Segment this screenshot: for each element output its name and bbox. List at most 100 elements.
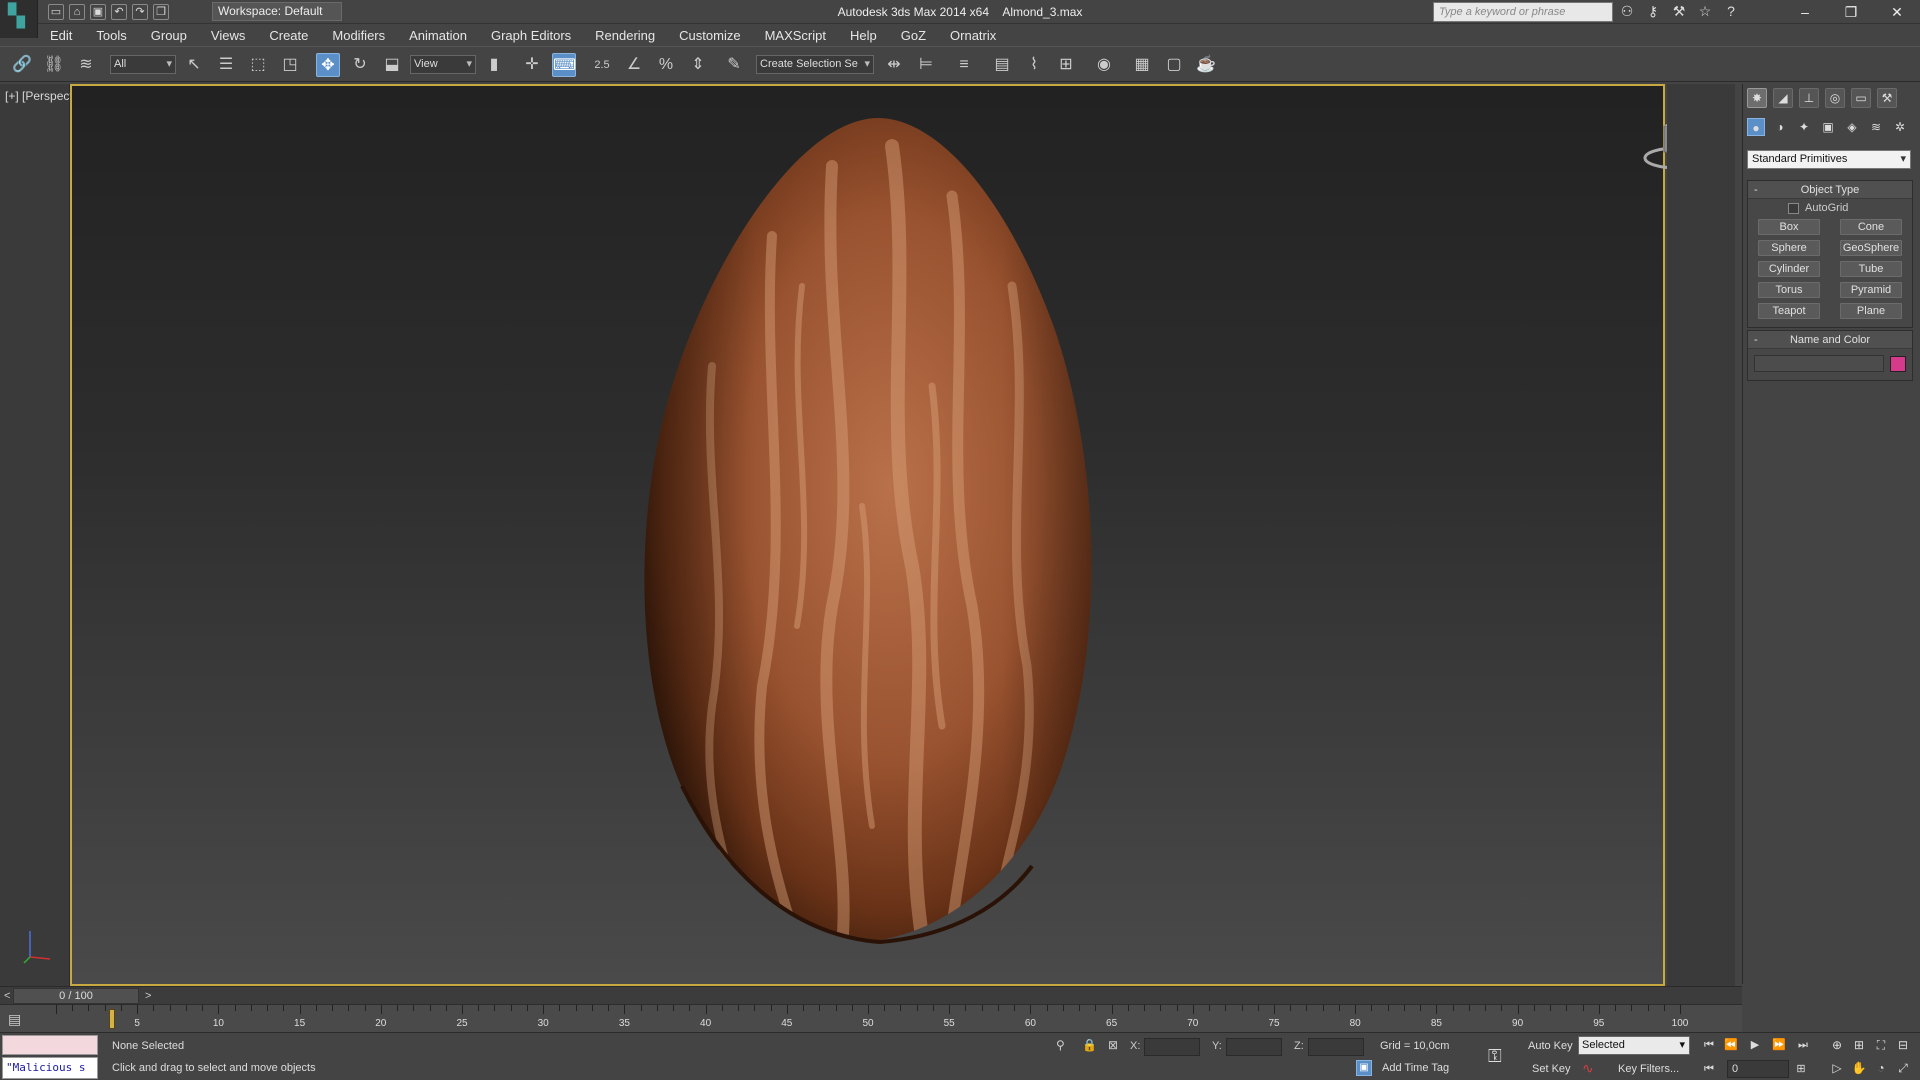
- geosphere-button[interactable]: GeoSphere: [1840, 240, 1902, 256]
- menu-customize[interactable]: Customize: [667, 28, 752, 43]
- motion-tab-icon[interactable]: ◎: [1825, 88, 1845, 108]
- time-configuration-icon[interactable]: ⊞: [1792, 1060, 1810, 1078]
- time-next-button[interactable]: >: [145, 987, 151, 1005]
- binoculars-icon[interactable]: ⚇: [1618, 2, 1636, 20]
- maxscript-output[interactable]: "Malicious s: [2, 1057, 98, 1079]
- cameras-icon[interactable]: ▣: [1819, 118, 1837, 136]
- key-mode-dropdown[interactable]: Selected: [1578, 1036, 1690, 1055]
- schematic-view-icon[interactable]: ⊞: [1054, 53, 1078, 77]
- menu-edit[interactable]: Edit: [38, 28, 84, 43]
- lock-selection-icon[interactable]: 🔒: [1082, 1038, 1097, 1052]
- select-and-manipulate-icon[interactable]: ✛: [520, 53, 544, 77]
- menu-help[interactable]: Help: [838, 28, 889, 43]
- render-production-icon[interactable]: ☕: [1194, 53, 1218, 77]
- zoom-extents-all-icon[interactable]: ⊟: [1894, 1036, 1912, 1054]
- minimize-button[interactable]: –: [1782, 0, 1828, 24]
- lights-icon[interactable]: ✦: [1795, 118, 1813, 136]
- select-object-icon[interactable]: ↖: [182, 53, 206, 77]
- exchange-icon[interactable]: ⚒: [1670, 2, 1688, 20]
- reference-coordinate-dropdown[interactable]: View: [410, 55, 476, 74]
- menu-rendering[interactable]: Rendering: [583, 28, 667, 43]
- material-editor-icon[interactable]: ◉: [1092, 53, 1116, 77]
- spinner-snap-icon[interactable]: ⇕: [686, 53, 710, 77]
- select-by-name-icon[interactable]: ☰: [214, 53, 238, 77]
- select-and-move-icon[interactable]: ✥: [316, 53, 340, 77]
- timeline-ruler[interactable]: 5 10 15 20 25 30 35 40 45 50 55 60 65 70 75 80 85 90 95 100: [56, 1005, 1688, 1033]
- window-crossing-icon[interactable]: ◳: [278, 53, 302, 77]
- space-warps-icon[interactable]: ≋: [1867, 118, 1885, 136]
- absolute-mode-icon[interactable]: ⊠: [1108, 1038, 1118, 1052]
- previous-frame-icon[interactable]: ⏪: [1722, 1036, 1740, 1054]
- box-button[interactable]: Box: [1758, 219, 1820, 235]
- utilities-tab-icon[interactable]: ⚒: [1877, 88, 1897, 108]
- selection-filter-dropdown[interactable]: All: [110, 55, 176, 74]
- zoom-icon[interactable]: ⊕: [1828, 1036, 1846, 1054]
- autogrid-checkbox[interactable]: [1788, 202, 1799, 214]
- isolate-icon[interactable]: ⚲: [1056, 1038, 1065, 1052]
- x-coordinate-field[interactable]: [1144, 1038, 1200, 1056]
- mini-curve-editor-icon[interactable]: ▤: [8, 1011, 34, 1027]
- key-curve-icon[interactable]: ∿: [1582, 1060, 1594, 1077]
- go-to-end-icon[interactable]: ⏭: [1794, 1036, 1812, 1054]
- torus-button[interactable]: Torus: [1758, 282, 1820, 298]
- cone-button[interactable]: Cone: [1840, 219, 1902, 235]
- menu-animation[interactable]: Animation: [397, 28, 479, 43]
- time-tag-icon[interactable]: ▣: [1356, 1060, 1372, 1076]
- select-and-scale-icon[interactable]: ⬓: [380, 53, 404, 77]
- set-keys-key-icon[interactable]: ⚿: [1488, 1046, 1502, 1067]
- object-type-header[interactable]: - Object Type: [1748, 181, 1912, 199]
- rectangular-region-icon[interactable]: ⬚: [246, 53, 270, 77]
- rendered-frame-window-icon[interactable]: ▢: [1162, 53, 1186, 77]
- keyboard-shortcut-override-icon[interactable]: ⌨: [552, 53, 576, 77]
- named-selection-dropdown[interactable]: Create Selection Se: [756, 55, 874, 74]
- pyramid-button[interactable]: Pyramid: [1840, 282, 1902, 298]
- key-icon[interactable]: ⚷: [1644, 2, 1662, 20]
- object-color-swatch[interactable]: [1890, 355, 1906, 372]
- search-input[interactable]: Type a keyword or phrase: [1433, 2, 1613, 22]
- time-prev-button[interactable]: <: [4, 987, 10, 1005]
- perspective-viewport[interactable]: [70, 84, 1665, 986]
- track-bar[interactable]: ▤ 5 10 15 20 25 30 35 40 45 50 55 60 65 70 75 80 85 90 95 1…: [0, 1004, 1742, 1032]
- star-icon[interactable]: ☆: [1696, 2, 1714, 20]
- menu-modifiers[interactable]: Modifiers: [320, 28, 397, 43]
- select-and-rotate-icon[interactable]: ↻: [348, 53, 372, 77]
- percent-snap-icon[interactable]: %: [654, 53, 678, 77]
- mirror-icon[interactable]: ⇹: [882, 53, 906, 77]
- menu-create[interactable]: Create: [257, 28, 320, 43]
- pan-view-icon[interactable]: ✋: [1850, 1059, 1868, 1077]
- graphite-ribbon-icon[interactable]: ▤: [990, 53, 1014, 77]
- plane-button[interactable]: Plane: [1840, 303, 1902, 319]
- layer-manager-icon[interactable]: ≡: [952, 53, 976, 77]
- cylinder-button[interactable]: Cylinder: [1758, 261, 1820, 277]
- menu-ornatrix[interactable]: Ornatrix: [938, 28, 1008, 43]
- align-icon[interactable]: ⊨: [914, 53, 938, 77]
- tube-button[interactable]: Tube: [1840, 261, 1902, 277]
- create-tab-icon[interactable]: ✸: [1747, 88, 1767, 108]
- maxscript-listener-input[interactable]: [2, 1035, 98, 1055]
- zoom-all-icon[interactable]: ⊞: [1850, 1036, 1868, 1054]
- geometry-icon[interactable]: ●: [1747, 118, 1765, 136]
- y-coordinate-field[interactable]: [1226, 1038, 1282, 1056]
- play-icon[interactable]: ▶: [1746, 1036, 1764, 1054]
- snaps-toggle-icon[interactable]: 2.5: [590, 53, 614, 77]
- help-icon[interactable]: ?: [1722, 2, 1740, 20]
- curve-editor-icon[interactable]: ⌇: [1022, 53, 1046, 77]
- field-of-view-icon[interactable]: ▷: [1828, 1059, 1846, 1077]
- key-mode-toggle-icon[interactable]: ⏮: [1700, 1060, 1718, 1078]
- helpers-icon[interactable]: ◈: [1843, 118, 1861, 136]
- object-name-field[interactable]: [1754, 355, 1884, 372]
- close-button[interactable]: ✕: [1874, 0, 1920, 24]
- pivot-center-icon[interactable]: ▮: [482, 53, 506, 77]
- display-tab-icon[interactable]: ▭: [1851, 88, 1871, 108]
- maximize-viewport-icon[interactable]: ⤢: [1894, 1059, 1912, 1077]
- teapot-button[interactable]: Teapot: [1758, 303, 1820, 319]
- systems-icon[interactable]: ✲: [1891, 118, 1909, 136]
- unlink-icon[interactable]: ⛓: [42, 53, 66, 77]
- menu-group[interactable]: Group: [139, 28, 199, 43]
- add-time-tag-button[interactable]: Add Time Tag: [1382, 1058, 1449, 1078]
- name-and-color-header[interactable]: - Name and Color: [1748, 331, 1912, 349]
- angle-snap-icon[interactable]: ∠: [622, 53, 646, 77]
- time-slider[interactable]: 0 / 100: [13, 988, 139, 1004]
- current-frame-field[interactable]: 0: [1727, 1060, 1789, 1078]
- select-and-link-icon[interactable]: 🔗: [10, 53, 34, 77]
